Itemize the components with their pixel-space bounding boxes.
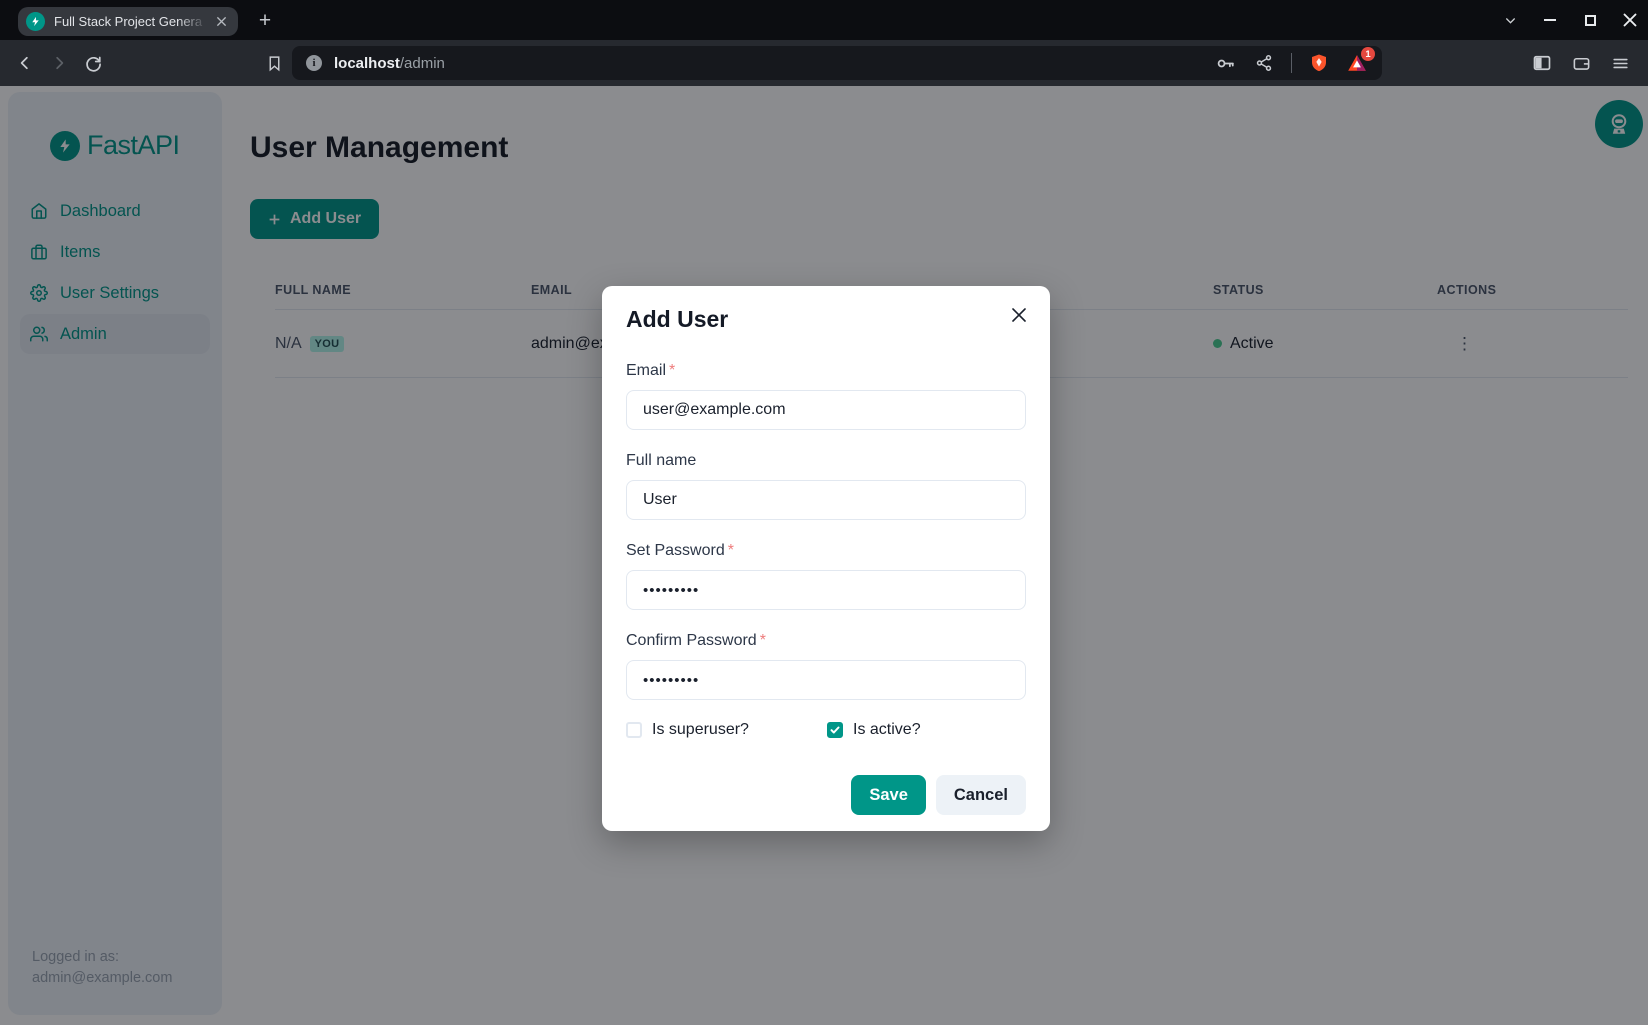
reload-button[interactable] (80, 50, 106, 76)
url-host: localhost (334, 55, 400, 72)
checkbox-unchecked-icon (626, 722, 642, 738)
tab-search-chevron-icon[interactable] (1502, 12, 1518, 28)
url-path: /admin (400, 55, 445, 72)
checkbox-row: Is superuser? Is active? (626, 721, 1026, 739)
browser-toolbar: i localhost/admin 1 (0, 40, 1648, 86)
password-label: Set Password* (626, 541, 1026, 560)
is-active-label: Is active? (853, 721, 921, 739)
set-password-field[interactable] (626, 570, 1026, 610)
sidebar-toggle-icon[interactable] (1530, 51, 1554, 75)
minimize-button[interactable] (1542, 12, 1558, 28)
password-field-group: Set Password* (626, 541, 1026, 610)
back-button[interactable] (12, 50, 38, 76)
maximize-button[interactable] (1582, 12, 1598, 28)
bookmark-icon[interactable] (262, 51, 286, 75)
rewards-badge: 1 (1361, 47, 1375, 61)
brave-shield-icon[interactable] (1307, 51, 1331, 75)
save-button[interactable]: Save (851, 775, 926, 815)
tab-bar: Full Stack Project Genera + (0, 0, 1648, 40)
close-window-button[interactable] (1622, 12, 1638, 28)
modal-actions: Save Cancel (626, 775, 1026, 815)
key-icon[interactable] (1213, 51, 1237, 75)
url-text[interactable]: localhost/admin (334, 55, 445, 72)
close-icon (1011, 307, 1027, 323)
confirm-password-field-group: Confirm Password* (626, 631, 1026, 700)
toolbar-right-actions (1530, 51, 1636, 75)
confirm-password-field[interactable] (626, 660, 1026, 700)
email-label: Email* (626, 361, 1026, 380)
is-superuser-checkbox[interactable]: Is superuser? (626, 721, 827, 739)
checkbox-checked-icon (827, 722, 843, 738)
required-asterisk: * (728, 542, 734, 559)
wallet-icon[interactable] (1569, 51, 1593, 75)
tab-close-icon[interactable] (212, 13, 230, 31)
window-controls (1502, 0, 1638, 40)
tab-title: Full Stack Project Genera (54, 14, 212, 29)
email-field-group: Email* (626, 361, 1026, 430)
email-field[interactable] (626, 390, 1026, 430)
address-bar-actions: 1 (1213, 51, 1368, 75)
toolbar-divider (1291, 53, 1292, 73)
brave-rewards-icon[interactable]: 1 (1346, 52, 1368, 74)
site-info-icon[interactable]: i (306, 55, 322, 71)
is-superuser-label: Is superuser? (652, 721, 749, 739)
new-tab-button[interactable]: + (252, 8, 278, 34)
forward-button[interactable] (46, 50, 72, 76)
fastapi-favicon-icon (26, 12, 45, 31)
confirm-password-label: Confirm Password* (626, 631, 1026, 650)
full-name-field[interactable] (626, 480, 1026, 520)
required-asterisk: * (760, 632, 766, 649)
page-viewport: FastAPI Dashboard Items User Settings Ad… (0, 86, 1648, 1025)
modal-close-button[interactable] (1004, 300, 1034, 330)
browser-tab[interactable]: Full Stack Project Genera (18, 7, 238, 36)
browser-window: Full Stack Project Genera + (0, 0, 1648, 1025)
is-active-checkbox[interactable]: Is active? (827, 721, 921, 739)
cancel-button[interactable]: Cancel (936, 775, 1026, 815)
full-name-label: Full name (626, 451, 1026, 470)
modal-title: Add User (626, 306, 1026, 333)
menu-icon[interactable] (1608, 51, 1632, 75)
required-asterisk: * (669, 362, 675, 379)
add-user-modal: Add User Email* Full name Set Password* … (602, 286, 1050, 831)
full-name-field-group: Full name (626, 451, 1026, 520)
address-bar[interactable]: i localhost/admin 1 (292, 46, 1382, 80)
share-icon[interactable] (1252, 51, 1276, 75)
